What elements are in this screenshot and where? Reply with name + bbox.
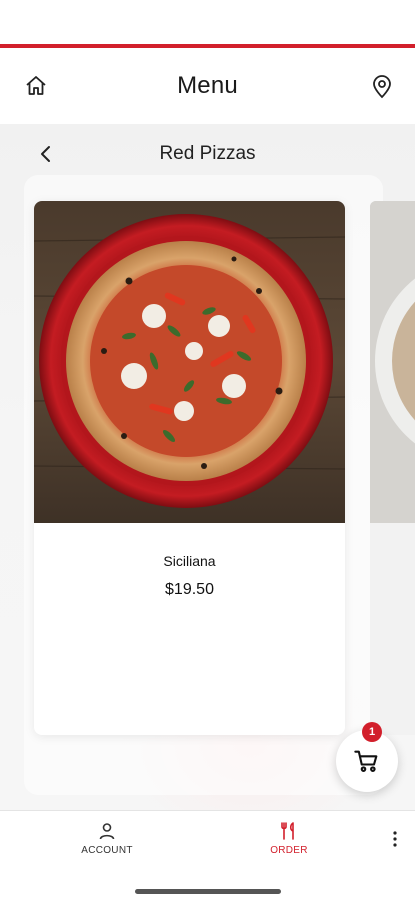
product-price: $19.50 xyxy=(165,581,214,598)
cart-count-badge: 1 xyxy=(362,722,382,742)
cart-icon xyxy=(354,750,378,772)
next-product-card-body xyxy=(370,523,415,735)
cart-button[interactable]: 1 xyxy=(336,722,398,792)
home-indicator xyxy=(135,889,281,894)
tab-order[interactable]: ORDER xyxy=(239,821,339,856)
tab-account-label: ACCOUNT xyxy=(81,845,133,856)
next-pizza-photo xyxy=(370,201,415,523)
bottom-tab-bar: ACCOUNT ORDER xyxy=(0,810,415,900)
status-bar xyxy=(0,0,415,44)
menu-content: Red Pizzas Siciliana $19.50 1 xyxy=(0,124,415,810)
category-title: Red Pizzas xyxy=(159,143,256,164)
fork-knife-icon xyxy=(281,822,294,840)
pizza-photo xyxy=(34,201,345,523)
next-product-card-peek[interactable] xyxy=(370,201,415,523)
category-header: Red Pizzas xyxy=(0,134,415,174)
product-name: Siciliana xyxy=(163,553,216,569)
app-header: Menu xyxy=(0,48,415,124)
person-icon xyxy=(99,823,115,840)
product-card[interactable]: Siciliana $19.50 xyxy=(34,201,345,735)
more-vertical-icon[interactable] xyxy=(388,829,402,849)
back-chevron-icon[interactable] xyxy=(36,144,56,164)
tab-order-label: ORDER xyxy=(270,845,308,856)
home-icon[interactable] xyxy=(24,74,48,98)
page-title: Menu xyxy=(177,72,238,99)
location-pin-icon[interactable] xyxy=(370,75,394,99)
tab-account[interactable]: ACCOUNT xyxy=(57,821,157,856)
